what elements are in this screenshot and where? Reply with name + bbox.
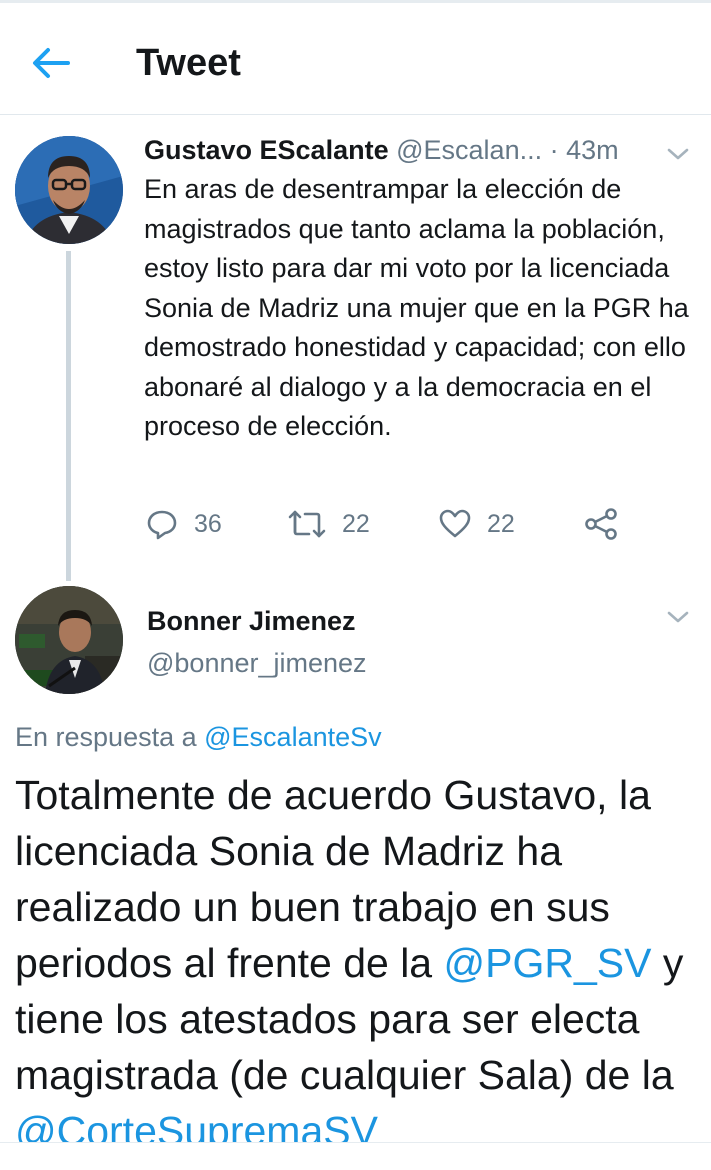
avatar[interactable]: [15, 586, 123, 694]
reply-menu-button[interactable]: [666, 609, 690, 625]
author-name[interactable]: Gustavo EScalante: [144, 135, 389, 165]
heart-icon: [439, 509, 471, 538]
reply-icon: [147, 510, 177, 540]
reply-text: Totalmente de acuerdo Gustavo, la licenc…: [15, 767, 705, 1159]
avatar[interactable]: [15, 136, 123, 244]
like-button[interactable]: 22: [439, 504, 515, 544]
retweet-count: 22: [342, 509, 370, 538]
back-button[interactable]: [28, 43, 74, 83]
reply-author-handle[interactable]: @bonner_jimenez: [147, 645, 367, 681]
tweet-time: · 43m: [549, 135, 619, 165]
top-bar: Tweet: [0, 3, 711, 115]
share-button[interactable]: [584, 504, 618, 544]
mention-pgr-link[interactable]: @PGR_SV: [444, 940, 652, 986]
chevron-down-icon: [667, 611, 689, 623]
tweet-menu-button[interactable]: [666, 146, 690, 162]
share-icon: [585, 508, 617, 540]
in-reply-to: En respuesta a @EscalanteSv: [15, 718, 382, 756]
tweet-text: En aras de desentrampar la elección de m…: [144, 174, 689, 441]
author-handle[interactable]: @Escalan...: [396, 135, 542, 165]
tweet-header: Gustavo EScalante @Escalan... · 43m: [144, 132, 619, 168]
reply-count: 36: [194, 509, 222, 538]
like-count: 22: [487, 509, 515, 538]
back-arrow-icon: [33, 48, 70, 78]
in-reply-handle-link[interactable]: @EscalanteSv: [204, 722, 382, 752]
retweet-button[interactable]: 22: [288, 504, 370, 544]
retweet-icon: [288, 510, 326, 538]
thread-connector: [66, 251, 71, 581]
avatar-image: [15, 586, 123, 694]
avatar-image: [15, 136, 123, 244]
bottom-edge: [0, 1142, 711, 1170]
page-title: Tweet: [136, 42, 241, 84]
in-reply-prefix: En respuesta a: [15, 722, 197, 752]
reply-author-name[interactable]: Bonner Jimenez: [147, 603, 356, 639]
reply-button[interactable]: 36: [146, 504, 222, 544]
chevron-down-icon: [667, 148, 689, 160]
